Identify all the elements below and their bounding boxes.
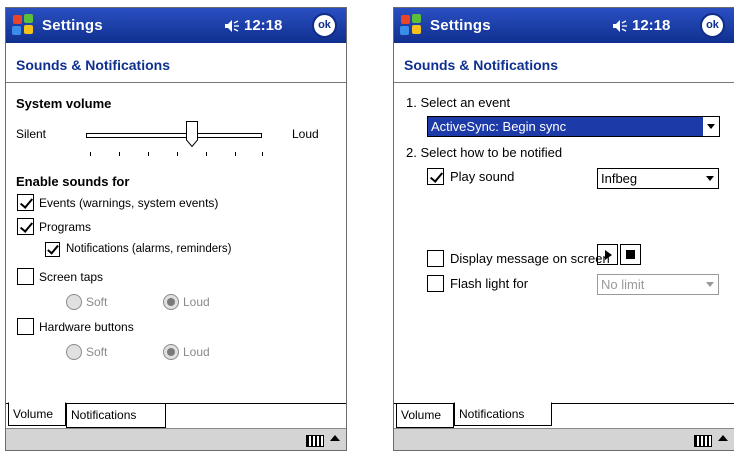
notifications-screen: Settings 12:18 ok Sounds & Notifications… [393, 7, 734, 451]
slider-tick [90, 152, 91, 156]
display-message-checkbox[interactable] [427, 250, 444, 267]
flash-light-label: Flash light for [450, 276, 529, 291]
display-message-label: Display message on screen [450, 251, 610, 266]
volume-slider-thumb[interactable] [186, 121, 198, 147]
slider-tick [177, 152, 178, 156]
hardware-soft-radio[interactable] [66, 344, 82, 360]
volume-slider-track[interactable] [86, 133, 262, 138]
programs-checkbox[interactable] [17, 218, 34, 235]
sound-dropdown[interactable]: Infbeg [597, 168, 719, 189]
page-title: Sounds & Notifications [404, 57, 558, 73]
tab-notifications[interactable]: Notifications [454, 402, 552, 426]
play-sound-label: Play sound [450, 169, 515, 184]
screen-taps-checkbox[interactable] [17, 268, 34, 285]
system-volume-label: System volume [16, 96, 112, 111]
slider-tick [206, 152, 207, 156]
programs-label: Programs [39, 220, 92, 234]
start-menu-icon[interactable] [400, 14, 423, 37]
select-notify-label: 2. Select how to be notified [406, 145, 563, 160]
sip-arrow-icon[interactable] [718, 435, 728, 441]
tab-volume[interactable]: Volume [396, 404, 454, 428]
play-sound-checkbox[interactable] [427, 168, 444, 185]
clock[interactable]: 12:18 [632, 17, 670, 34]
hardware-soft-label: Soft [86, 345, 108, 359]
command-bar [394, 428, 734, 450]
events-checkbox[interactable] [17, 194, 34, 211]
slider-tick [119, 152, 120, 156]
page-title: Sounds & Notifications [16, 57, 170, 73]
flash-light-checkbox[interactable] [427, 275, 444, 292]
tab-volume[interactable]: Volume [8, 402, 66, 426]
speaker-icon[interactable] [612, 19, 628, 33]
event-dropdown-value: ActiveSync: Begin sync [431, 119, 567, 134]
screen-taps-loud-radio[interactable] [163, 294, 179, 310]
heading-divider [6, 82, 346, 83]
title-bar: Settings 12:18 ok [394, 8, 734, 43]
ok-button[interactable]: ok [312, 13, 337, 38]
notifications-checkbox[interactable] [45, 242, 60, 257]
screen-taps-soft-label: Soft [86, 295, 108, 309]
slider-tick [262, 152, 263, 156]
silent-label: Silent [16, 127, 47, 141]
event-dropdown[interactable]: ActiveSync: Begin sync [427, 116, 720, 137]
events-label: Events (warnings, system events) [39, 196, 219, 210]
hardware-loud-radio[interactable] [163, 344, 179, 360]
app-title: Settings [430, 17, 491, 34]
select-event-label: 1. Select an event [406, 95, 511, 110]
screen-taps-loud-label: Loud [183, 295, 210, 309]
notifications-label: Notifications (alarms, reminders) [66, 243, 232, 255]
command-bar [6, 428, 346, 450]
ok-button[interactable]: ok [700, 13, 725, 38]
hardware-loud-label: Loud [183, 345, 210, 359]
title-bar: Settings 12:18 ok [6, 8, 346, 43]
app-title: Settings [42, 17, 103, 34]
hardware-buttons-label: Hardware buttons [39, 320, 134, 334]
heading-divider [394, 82, 734, 83]
slider-tick [148, 152, 149, 156]
flash-duration-value: No limit [601, 277, 645, 292]
start-menu-icon[interactable] [12, 14, 35, 37]
sip-arrow-icon[interactable] [330, 435, 340, 441]
keyboard-icon[interactable] [694, 435, 712, 447]
flash-duration-dropdown[interactable]: No limit [597, 274, 719, 295]
slider-tick [235, 152, 236, 156]
loud-label: Loud [292, 127, 319, 141]
screen-taps-label: Screen taps [39, 270, 104, 284]
chevron-down-icon [706, 282, 714, 287]
volume-screen: Settings 12:18 ok Sounds & Notifications… [5, 7, 347, 451]
stop-button[interactable] [620, 244, 641, 265]
clock[interactable]: 12:18 [244, 17, 282, 34]
sound-dropdown-value: Infbeg [601, 171, 638, 186]
chevron-down-icon [707, 124, 715, 129]
tab-notifications[interactable]: Notifications [66, 404, 166, 428]
chevron-down-icon [706, 176, 714, 181]
speaker-icon[interactable] [224, 19, 240, 33]
keyboard-icon[interactable] [306, 435, 324, 447]
enable-sounds-heading: Enable sounds for [16, 174, 130, 189]
hardware-buttons-checkbox[interactable] [17, 318, 34, 335]
stop-icon [626, 250, 635, 259]
screen-taps-soft-radio[interactable] [66, 294, 82, 310]
